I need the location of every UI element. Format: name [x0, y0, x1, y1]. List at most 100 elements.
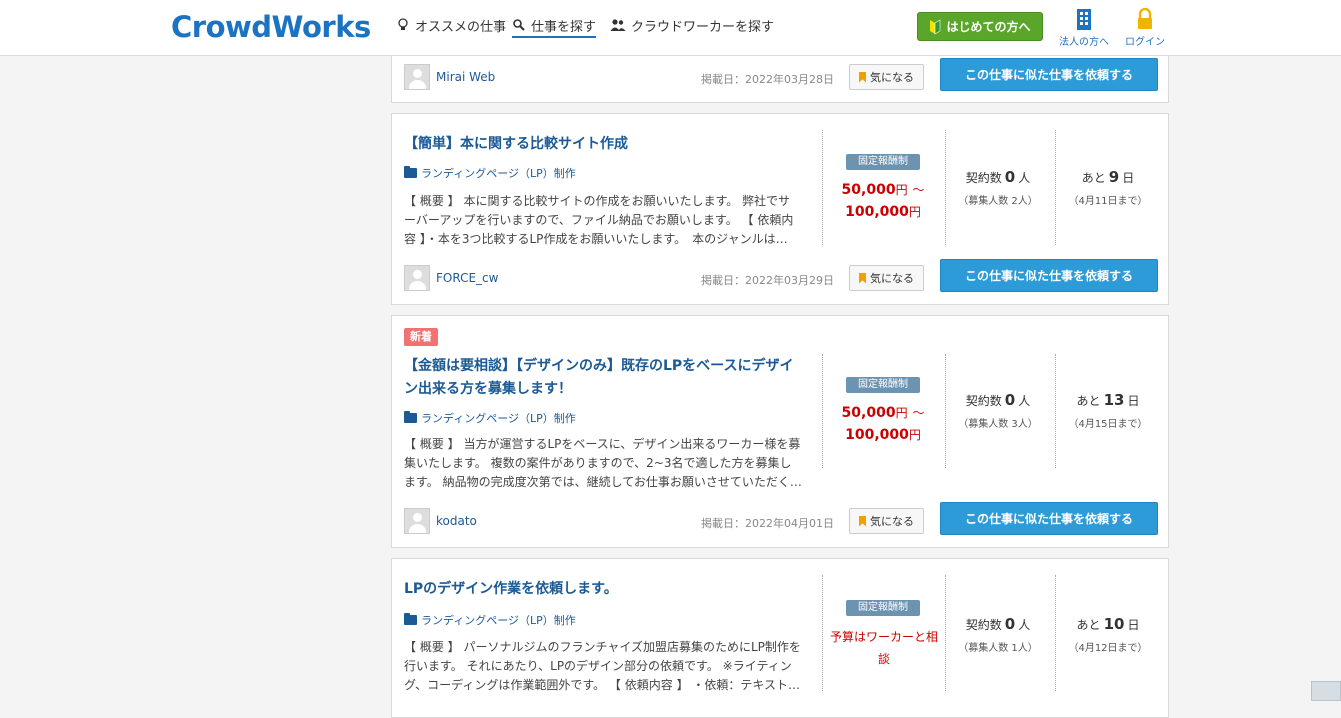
budget-negotiable: 予算はワーカーと相談 — [829, 630, 938, 666]
price-min: 50,000 — [841, 182, 896, 198]
nav-find-jobs[interactable]: 仕事を探す — [512, 14, 597, 38]
remaining-stat: あと 9 日 （4月11日まで） — [1056, 168, 1160, 207]
favorite-button[interactable]: 気になる — [849, 265, 924, 291]
job-category-label: ランディングページ（LP）制作 — [421, 167, 576, 180]
contracts-label: 契約数 — [965, 618, 1002, 632]
posted-date: 掲載日：2022年03月29日 — [701, 274, 834, 287]
yen-label: 円 — [895, 406, 908, 420]
client-avatar[interactable] — [404, 64, 430, 90]
client-name[interactable]: Mirai Web — [436, 70, 495, 84]
remaining-unit: 日 — [1122, 171, 1135, 185]
beginner-button-label: はじめての方へ — [946, 20, 1031, 34]
job-title[interactable]: LPのデザイン作業を依頼します。 — [404, 578, 804, 601]
remaining-days: 9 — [1108, 168, 1120, 186]
posted-date: 掲載日：2022年04月01日 — [701, 517, 834, 530]
contracts-count: 0 — [1004, 391, 1016, 409]
corporate-link[interactable]: 法人の方へ — [1054, 8, 1114, 48]
favorite-button-label: 気になる — [870, 272, 914, 285]
job-card: LPのデザイン作業を依頼します。 ランディングページ（LP）制作 【 概要 】 … — [391, 558, 1169, 718]
login-link-label: ログイン — [1125, 37, 1165, 48]
tilde: ～ — [912, 406, 925, 420]
beginner-button[interactable]: はじめての方へ — [917, 12, 1043, 41]
remaining-unit: 日 — [1127, 394, 1140, 408]
job-title[interactable]: 【簡単】本に関する比較サイト作成 — [404, 133, 804, 156]
scroll-to-top-button[interactable] — [1311, 681, 1341, 701]
building-icon — [1077, 9, 1091, 30]
yen-label: 円 — [895, 183, 908, 197]
remaining-days: 10 — [1103, 615, 1125, 633]
price-range: 50,000円 ～ 100,000円 — [823, 179, 943, 223]
request-similar-button[interactable]: この仕事に似た仕事を依頼する — [940, 259, 1158, 292]
nav-recommended-label: オススメの仕事 — [415, 19, 507, 35]
job-description: 【 概要 】 当方が運営するLPをベースに、デザイン出来るワーカー様を募集いたし… — [404, 437, 802, 489]
search-icon — [513, 19, 525, 31]
price-max: 100,000 — [845, 427, 909, 443]
crowdworks-logo[interactable]: CrowdWorks — [171, 7, 371, 47]
pay-type-badge: 固定報酬制 — [846, 154, 920, 170]
folder-icon — [404, 613, 417, 625]
client-name[interactable]: FORCE_cw — [436, 271, 498, 285]
recruit-count: （募集人数 2人） — [958, 196, 1038, 207]
yen-label: 円 — [908, 205, 921, 219]
nav-recommended[interactable]: オススメの仕事 — [396, 14, 506, 36]
recruit-count: （募集人数 1人） — [958, 643, 1038, 654]
job-category[interactable]: ランディングページ（LP）制作 — [404, 612, 576, 628]
contracts-label: 契約数 — [965, 394, 1002, 408]
folder-icon — [404, 411, 417, 423]
contracts-stat: 契約数 0 人 （募集人数 1人） — [946, 615, 1050, 654]
job-category[interactable]: ランディングページ（LP）制作 — [404, 165, 576, 181]
deadline: （4月11日まで） — [1068, 196, 1148, 207]
price-max: 100,000 — [845, 204, 909, 220]
job-description: 【 概要 】 パーソナルジムのフランチャイズ加盟店募集のためにLP制作を行います… — [404, 640, 801, 692]
contracts-count: 0 — [1004, 615, 1016, 633]
request-similar-button[interactable]: この仕事に似た仕事を依頼する — [940, 58, 1158, 91]
remaining-prefix: あと — [1076, 394, 1101, 408]
beginner-mark-icon — [930, 18, 941, 35]
client-name[interactable]: kodato — [436, 514, 477, 528]
bookmark-icon — [859, 272, 866, 284]
price-range: 50,000円 ～ 100,000円 — [823, 402, 943, 446]
remaining-prefix: あと — [1081, 171, 1106, 185]
site-header: CrowdWorks オススメの仕事 仕事を探す クラウドワーカーを探す はじめ… — [0, 0, 1341, 56]
pay-type-badge: 固定報酬制 — [846, 600, 920, 616]
contracts-count: 0 — [1004, 168, 1016, 186]
price-min: 50,000 — [841, 405, 896, 421]
favorite-button-label: 気になる — [870, 71, 914, 84]
users-icon — [610, 19, 626, 31]
contracts-stat: 契約数 0 人 （募集人数 3人） — [946, 391, 1050, 430]
deadline: （4月12日まで） — [1068, 643, 1148, 654]
job-description: 【 概要 】 本に関する比較サイトの作成をお願いいたします。 弊社でサーバーアッ… — [404, 194, 794, 246]
client-avatar[interactable] — [404, 508, 430, 534]
contracts-unit: 人 — [1018, 618, 1031, 632]
favorite-button-label: 気になる — [870, 515, 914, 528]
remaining-unit: 日 — [1127, 618, 1140, 632]
lightbulb-icon — [398, 18, 408, 30]
folder-icon — [404, 166, 417, 178]
posted-date: 掲載日：2022年03月28日 — [701, 73, 834, 86]
nav-find-jobs-label: 仕事を探す — [531, 19, 597, 35]
deadline: （4月15日まで） — [1068, 419, 1148, 430]
login-link[interactable]: ログイン — [1115, 8, 1175, 48]
job-category[interactable]: ランディングページ（LP）制作 — [404, 410, 576, 426]
contracts-unit: 人 — [1018, 394, 1031, 408]
recruit-count: （募集人数 3人） — [958, 419, 1038, 430]
job-category-label: ランディングページ（LP）制作 — [421, 614, 576, 627]
client-avatar[interactable] — [404, 265, 430, 291]
remaining-stat: あと 13 日 （4月15日まで） — [1056, 391, 1160, 430]
remaining-stat: あと 10 日 （4月12日まで） — [1056, 615, 1160, 654]
request-similar-button[interactable]: この仕事に似た仕事を依頼する — [940, 502, 1158, 535]
remaining-prefix: あと — [1076, 618, 1101, 632]
nav-find-workers-label: クラウドワーカーを探す — [631, 19, 775, 35]
job-title[interactable]: 【金額は要相談】【デザインのみ】既存のLPをベースにデザイン出来る方を募集します… — [404, 355, 804, 401]
bookmark-icon — [859, 71, 866, 83]
job-card: 【簡単】本に関する比較サイト作成 ランディングページ（LP）制作 【 概要 】 … — [391, 113, 1169, 305]
column-divider — [822, 575, 823, 691]
favorite-button[interactable]: 気になる — [849, 64, 924, 90]
remaining-days: 13 — [1103, 391, 1125, 409]
bookmark-icon — [859, 515, 866, 527]
pay-type-badge: 固定報酬制 — [846, 377, 920, 393]
favorite-button[interactable]: 気になる — [849, 508, 924, 534]
contracts-stat: 契約数 0 人 （募集人数 2人） — [946, 168, 1050, 207]
contracts-label: 契約数 — [965, 171, 1002, 185]
nav-find-workers[interactable]: クラウドワーカーを探す — [610, 14, 774, 36]
